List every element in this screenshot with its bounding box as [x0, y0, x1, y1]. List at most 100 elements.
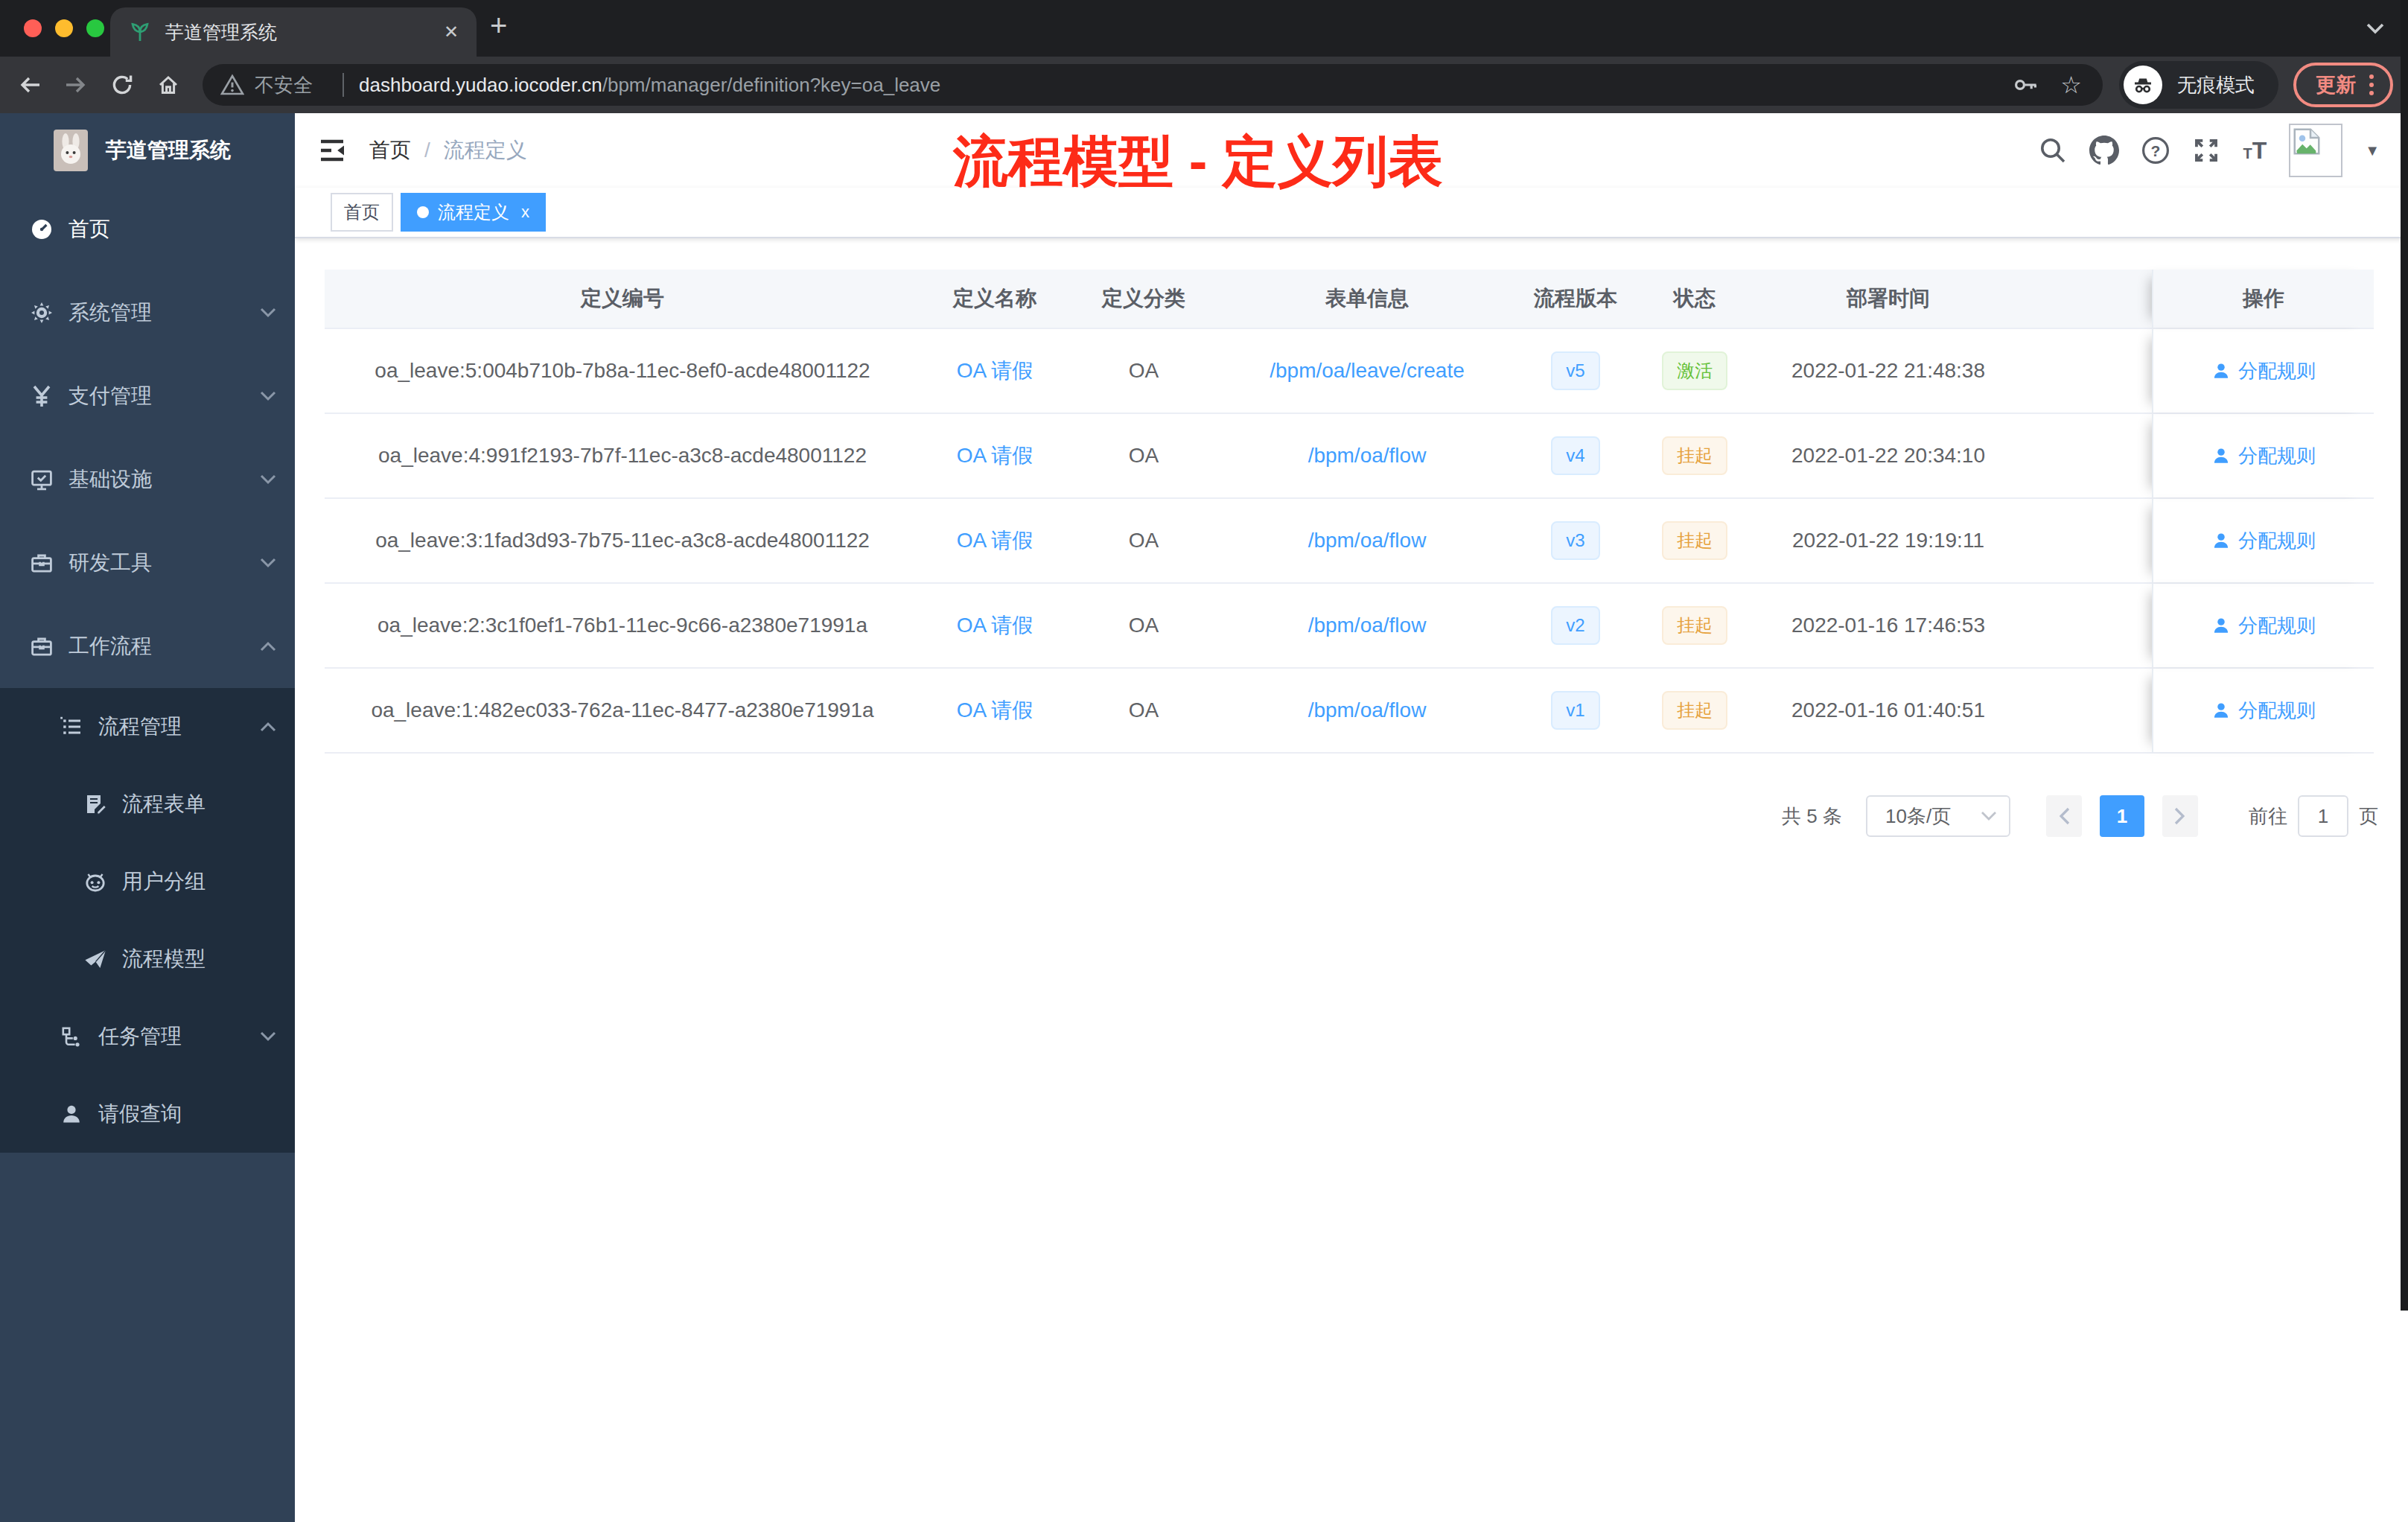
paperplane-icon — [83, 947, 107, 971]
status-badge: 挂起 — [1662, 521, 1727, 560]
cell-definition-id: oa_leave:2:3c1f0ef1-76b1-11ec-9c66-a2380… — [325, 614, 920, 637]
status-badge: 挂起 — [1662, 606, 1727, 645]
select-chevron-icon — [1981, 811, 1997, 821]
annotation-title: 流程模型 - 定义列表 — [0, 125, 2396, 200]
goto-page-input[interactable]: 1 — [2298, 795, 2348, 837]
back-icon[interactable] — [12, 67, 48, 103]
zoom-window-button[interactable] — [86, 19, 104, 37]
table-header-row: 定义编号 定义名称 定义分类 表单信息 流程版本 状态 部署时间 操作 — [325, 270, 2374, 329]
not-secure-warning-icon — [220, 74, 244, 96]
sidebar-item-briefcase[interactable]: 工作流程 — [0, 605, 295, 688]
bookmark-star-icon[interactable]: ☆ — [2060, 71, 2082, 99]
browser-tab[interactable]: 芋道管理系统 ✕ — [110, 7, 477, 57]
url-path: /bpm/manager/definition?key=oa_leave — [602, 74, 941, 97]
prev-page-button[interactable] — [2046, 795, 2082, 837]
version-badge: v2 — [1551, 606, 1599, 645]
table-row: oa_leave:1:482ec033-762a-11ec-8477-a2380… — [325, 669, 2374, 754]
sidebar-item-dashboard[interactable]: 首页 — [0, 188, 295, 271]
form-link[interactable]: /bpm/oa/flow — [1308, 529, 1427, 552]
assign-rule-link[interactable]: 分配规则 — [2211, 613, 2316, 639]
chrome-update-button[interactable]: 更新 — [2293, 63, 2393, 107]
page-size-select[interactable]: 10条/页 — [1866, 795, 2010, 837]
cell-version: v2 — [1516, 606, 1635, 645]
url-host: dashboard.yudao.iocoder.cn — [359, 74, 602, 97]
tab-search-chevron-icon[interactable] — [2366, 22, 2384, 36]
sidebar-item-usergroup[interactable]: 用户分组 — [0, 843, 295, 920]
sidebar-item-label: 首页 — [69, 215, 110, 243]
definition-name-link[interactable]: OA 请假 — [957, 444, 1033, 467]
cell-status: 挂起 — [1635, 436, 1754, 475]
col-form-info: 表单信息 — [1218, 270, 1516, 328]
cell-category: OA — [1069, 614, 1218, 637]
cell-category: OA — [1069, 529, 1218, 553]
sidebar-item-treelist[interactable]: 流程管理 — [0, 688, 295, 765]
minimize-window-button[interactable] — [55, 19, 73, 37]
cell-form: /bpm/oa/leave/create — [1218, 359, 1516, 383]
treelist-icon — [60, 715, 83, 739]
active-tag-dot — [417, 206, 429, 218]
security-label[interactable]: 不安全 — [255, 72, 313, 98]
cell-definition-name: OA 请假 — [920, 696, 1069, 725]
form-link[interactable]: /bpm/oa/leave/create — [1270, 359, 1465, 382]
sidebar: 芋道管理系统 首页系统管理支付管理基础设施研发工具工作流程流程管理流程表单用户分… — [0, 113, 295, 1522]
sidebar-item-monitor[interactable]: 基础设施 — [0, 438, 295, 521]
sidebar-item-label: 流程表单 — [122, 790, 206, 818]
cell-definition-name: OA 请假 — [920, 526, 1069, 555]
forward-icon[interactable] — [58, 67, 94, 103]
browser-toolbar: 不安全 dashboard.yudao.iocoder.cn/bpm/manag… — [0, 57, 2408, 113]
sidebar-item-toolbox[interactable]: 研发工具 — [0, 521, 295, 605]
update-label: 更新 — [2316, 71, 2356, 98]
gear-icon — [30, 301, 54, 325]
sidebar-item-label: 研发工具 — [69, 549, 152, 577]
definition-name-link[interactable]: OA 请假 — [957, 529, 1033, 552]
assign-rule-link[interactable]: 分配规则 — [2211, 443, 2316, 469]
sidebar-item-person[interactable]: 请假查询 — [0, 1075, 295, 1153]
address-bar[interactable]: 不安全 dashboard.yudao.iocoder.cn/bpm/manag… — [203, 64, 2103, 106]
version-badge: v3 — [1551, 521, 1599, 560]
form-link[interactable]: /bpm/oa/flow — [1308, 444, 1427, 467]
form-link[interactable]: /bpm/oa/flow — [1308, 614, 1427, 637]
assign-rule-link[interactable]: 分配规则 — [2211, 358, 2316, 384]
current-page-button[interactable]: 1 — [2100, 795, 2144, 837]
reload-icon[interactable] — [104, 67, 140, 103]
goto-label: 前往 — [2249, 803, 2287, 830]
form-link[interactable]: /bpm/oa/flow — [1308, 698, 1427, 722]
tab-favicon-plant-icon — [128, 20, 152, 44]
toolbox-icon — [30, 551, 54, 575]
sidebar-item-flowtree[interactable]: 任务管理 — [0, 998, 295, 1075]
close-window-button[interactable] — [24, 19, 42, 37]
definition-name-link[interactable]: OA 请假 — [957, 614, 1033, 637]
assign-rule-link[interactable]: 分配规则 — [2211, 698, 2316, 724]
new-tab-button[interactable]: + — [490, 9, 507, 42]
sidebar-item-paperplane[interactable]: 流程模型 — [0, 920, 295, 998]
password-key-icon[interactable] — [2013, 73, 2039, 97]
macos-traffic-lights — [24, 19, 104, 37]
incognito-badge: 无痕模式 — [2119, 61, 2278, 109]
assign-rule-link[interactable]: 分配规则 — [2211, 528, 2316, 554]
sidebar-item-label: 用户分组 — [122, 867, 206, 896]
next-page-button[interactable] — [2162, 795, 2198, 837]
sidebar-item-yen[interactable]: 支付管理 — [0, 354, 295, 438]
definition-name-link[interactable]: OA 请假 — [957, 698, 1033, 722]
browser-tab-strip: 芋道管理系统 ✕ + — [0, 0, 2408, 57]
yen-icon — [30, 384, 54, 408]
status-badge: 激活 — [1662, 351, 1727, 390]
sidebar-item-gear[interactable]: 系统管理 — [0, 271, 295, 354]
chevron-down-icon — [259, 474, 277, 485]
cell-deploy-time: 2022-01-16 17:46:53 — [1754, 614, 2022, 637]
sidebar-item-formedit[interactable]: 流程表单 — [0, 765, 295, 843]
col-process-version: 流程版本 — [1516, 270, 1635, 328]
tag-close-icon[interactable]: x — [521, 203, 529, 222]
sidebar-item-label: 任务管理 — [98, 1022, 182, 1051]
table-row: oa_leave:4:991f2193-7b7f-11ec-a3c8-acde4… — [325, 414, 2374, 499]
window-right-edge — [2401, 0, 2408, 1311]
tab-close-icon[interactable]: ✕ — [444, 22, 459, 42]
col-filler — [2022, 270, 2152, 328]
definition-name-link[interactable]: OA 请假 — [957, 359, 1033, 382]
cell-category: OA — [1069, 444, 1218, 468]
cell-actions: 分配规则 — [2152, 329, 2374, 413]
home-icon[interactable] — [150, 67, 186, 103]
col-actions: 操作 — [2152, 270, 2374, 328]
browser-menu-icon[interactable] — [2369, 74, 2378, 95]
incognito-icon — [2124, 66, 2162, 104]
